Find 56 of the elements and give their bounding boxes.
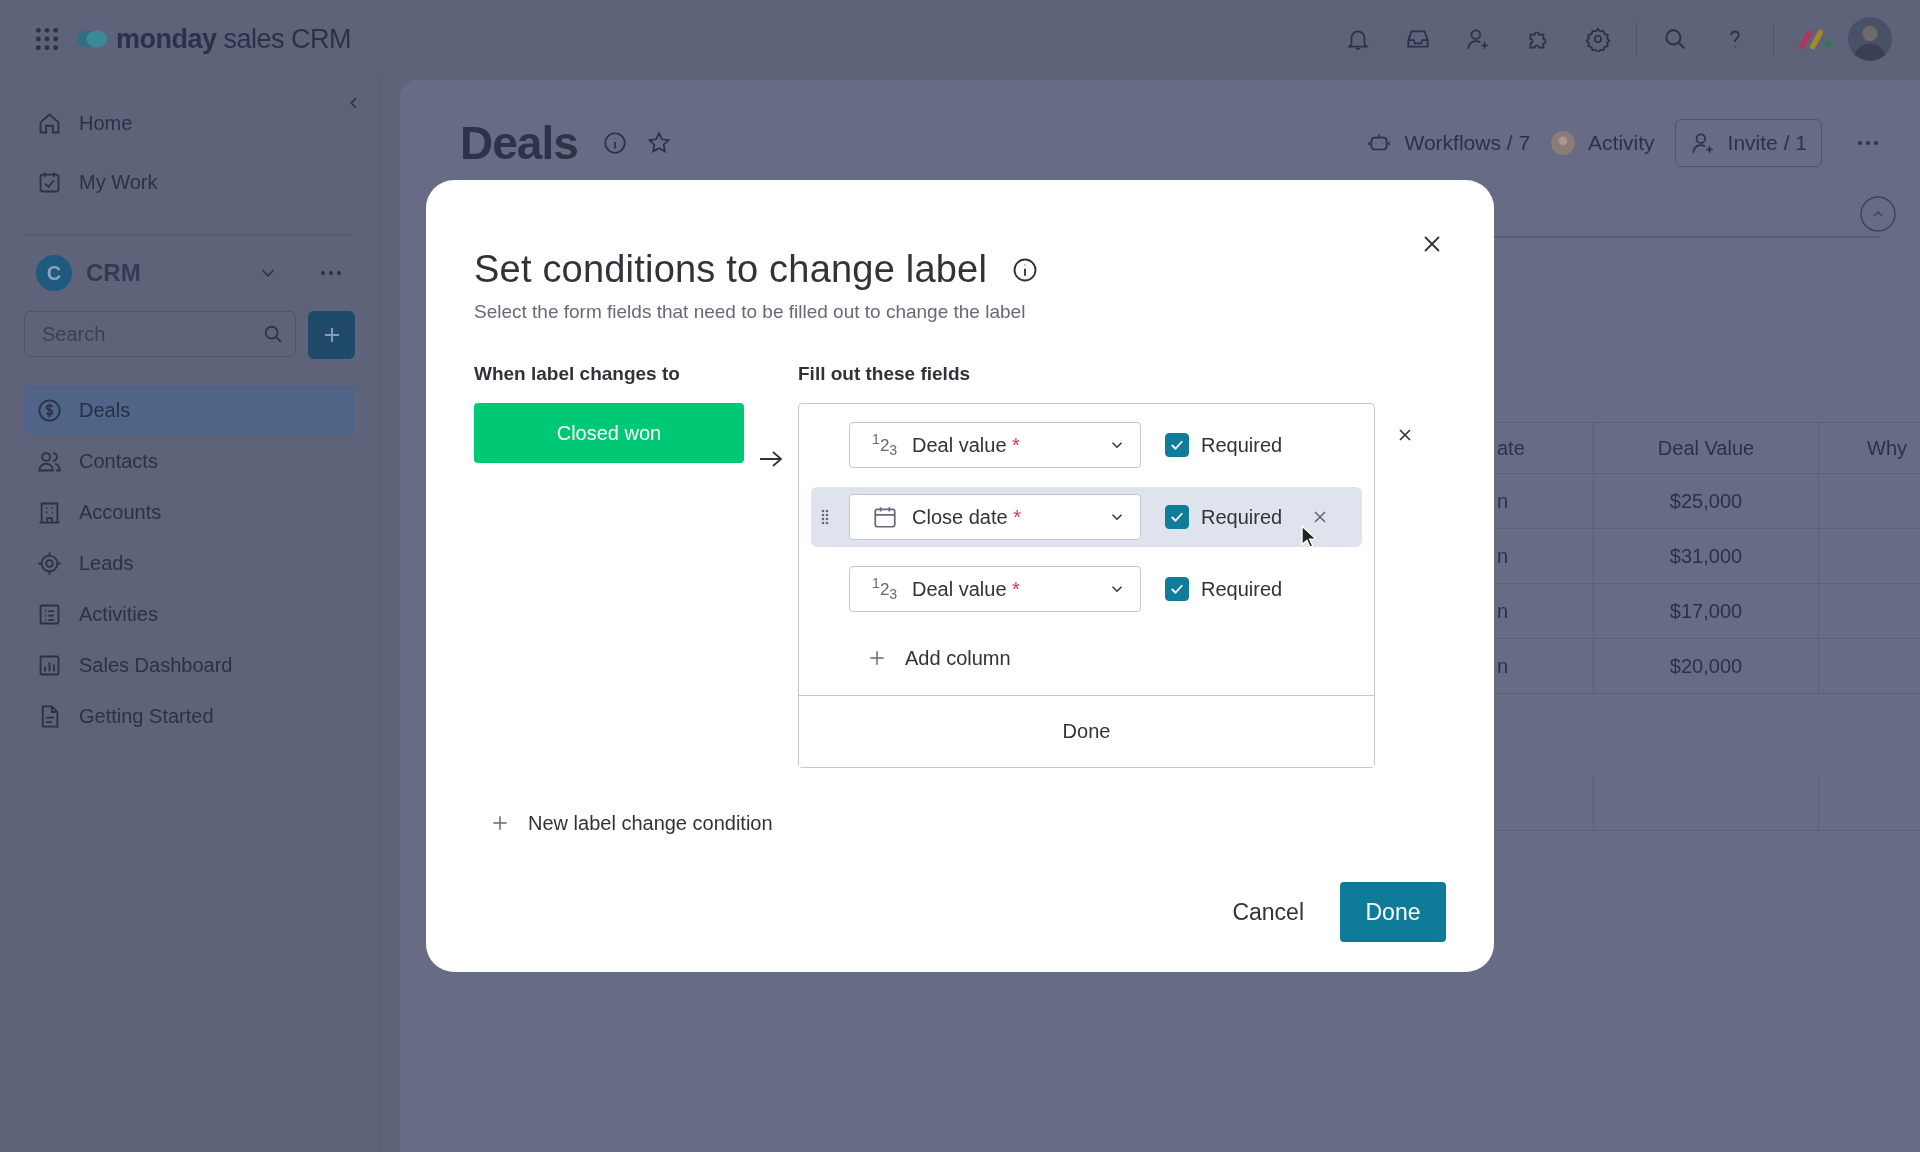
checkbox[interactable] <box>1165 505 1189 529</box>
arrow-right-icon <box>758 449 784 469</box>
calendar-icon <box>872 504 898 530</box>
app-grid-icon[interactable] <box>34 26 60 52</box>
sidebar-label: Deals <box>79 399 131 422</box>
section-heading: Fill out these fields <box>798 363 972 386</box>
checkbox[interactable] <box>1165 577 1189 601</box>
done-button[interactable]: Done <box>1340 882 1446 942</box>
workflows-button[interactable]: Workflows / 7 <box>1366 130 1531 156</box>
search-icon <box>262 323 284 345</box>
checkbox-label: Required <box>1201 577 1283 601</box>
checkbox[interactable] <box>1165 433 1189 457</box>
table-cell: $20,000 <box>1594 639 1819 693</box>
workspace-badge: C <box>36 255 72 291</box>
plus-icon <box>490 813 510 833</box>
column-header: Why <box>1866 435 1908 461</box>
plus-icon <box>867 648 887 668</box>
add-button[interactable] <box>308 311 355 359</box>
number-type-icon: $^{1}$2$_{3}$ <box>872 431 900 459</box>
more-icon[interactable] <box>1856 139 1880 147</box>
new-condition-button[interactable]: New label change condition <box>490 808 1446 838</box>
field-name: Close date * <box>912 505 1022 529</box>
star-icon[interactable] <box>645 130 672 156</box>
dollar-icon <box>36 397 63 424</box>
target-icon <box>36 550 63 577</box>
dialog-title: Set conditions to change label <box>474 248 988 291</box>
column-dropdown[interactable]: $^{1}$2$_{3}$ Deal value * <box>849 566 1141 612</box>
sidebar-item[interactable]: Deals <box>24 385 355 436</box>
cursor-icon <box>1301 525 1316 549</box>
search-icon[interactable] <box>1662 26 1688 52</box>
field-name: Deal value * <box>912 577 1021 601</box>
avatar[interactable] <box>1848 17 1892 61</box>
table-cell: $31,000 <box>1594 529 1819 583</box>
cancel-button[interactable]: Cancel <box>1232 898 1304 926</box>
dialog-subtitle: Select the form fields that need to be filled out to change the label <box>474 301 1027 323</box>
activity-button[interactable]: Activity <box>1550 130 1655 156</box>
checkbox-label: Required <box>1201 505 1283 529</box>
board-title: Deals <box>460 116 578 170</box>
checkbox-label: Required <box>1201 433 1283 457</box>
field-name: Deal value * <box>912 433 1021 457</box>
settings-icon[interactable] <box>1585 26 1611 52</box>
column-dropdown[interactable]: Close date * <box>849 494 1141 540</box>
collapse-up-icon[interactable] <box>1860 196 1896 232</box>
table-cell: $25,000 <box>1594 474 1819 528</box>
invite-button[interactable]: Invite / 1 <box>1674 119 1822 167</box>
section-heading: When label changes to <box>474 363 681 386</box>
status-label[interactable]: Closed won <box>474 403 744 463</box>
column-header: Deal Value <box>1594 423 1819 473</box>
number-type-icon: $^{1}$2$_{3}$ <box>872 575 900 603</box>
avatar <box>1550 130 1577 156</box>
more-icon[interactable] <box>319 269 343 277</box>
column-dropdown[interactable]: $^{1}$2$_{3}$ Deal value * <box>849 422 1141 468</box>
table-cell: $17,000 <box>1594 584 1819 638</box>
add-column-button[interactable]: Add column <box>867 631 1362 685</box>
done-button[interactable]: Done <box>799 695 1374 767</box>
drag-handle-icon[interactable] <box>821 509 829 525</box>
